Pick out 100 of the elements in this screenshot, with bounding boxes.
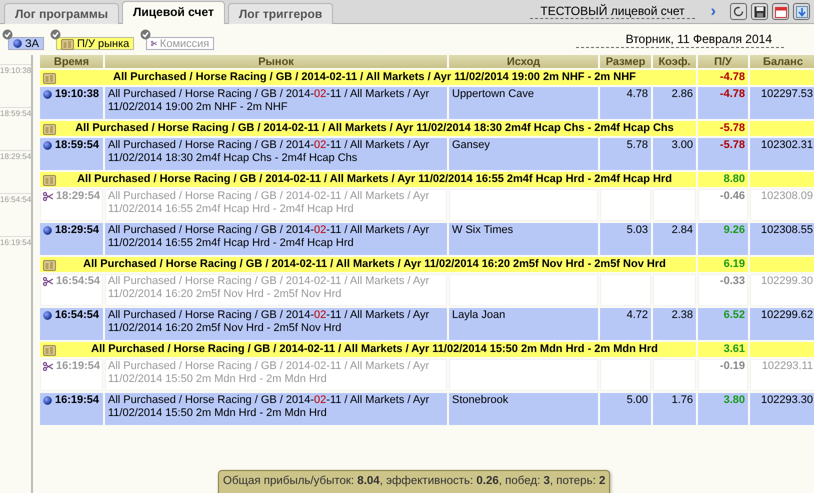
ball-icon: [13, 39, 22, 48]
size-cell: 5.00: [600, 393, 651, 425]
time-cell: 18:29:54: [40, 223, 103, 255]
ball-icon: [43, 226, 52, 235]
column-header[interactable]: Рынок: [105, 55, 447, 68]
market-cell: All Purchased / Horse Racing / GB / 2014-02-11 / All Markets / Ayr 11/02/2014 15:50 2m Mdn Hrd - 2m Mdn Hrd: [105, 393, 447, 425]
ball-icon: [43, 90, 52, 99]
market-group-cell: All Purchased / Horse Racing / GB / 2014-02-11 / All Markets / Ayr 11/02/2014 19:00 2m NHF - 2m NHF: [40, 70, 696, 85]
timeline-time: 16:19:54: [0, 236, 31, 247]
size-cell: 4.78: [600, 87, 651, 119]
account-name[interactable]: ТЕСТОВЫЙ лицевой счет: [530, 4, 695, 19]
market-cell: All Purchased / Horse Racing / GB / 2014-02-11 / All Markets / Ayr 11/02/2014 19:00 2m NHF - 2m NHF: [105, 87, 447, 119]
market-cell: All Purchased / Horse Racing / GB / 2014-02-11 / All Markets / Ayr 11/02/2014 18:30 2m4f Hcap Chs - 2m4f Hcap Chs: [105, 138, 447, 170]
profit-loss-cell: 9.26: [698, 223, 748, 255]
down-arrow-icon: [796, 6, 808, 18]
balance-cell: [750, 257, 814, 272]
selection-cell: Gansey: [449, 138, 598, 170]
selection-cell: W Six Times: [449, 223, 598, 255]
selection-cell: Uppertown Cave: [449, 87, 598, 119]
tab[interactable]: Лог триггеров: [228, 3, 334, 24]
profit-loss-cell: 8.80: [698, 172, 748, 187]
timeline-time: 18:29:54: [0, 150, 31, 161]
check-icon[interactable]: [50, 29, 61, 40]
balance-cell: 102293.30: [750, 393, 814, 425]
time-cell: 18:59:54: [40, 138, 103, 170]
balance-cell: 102293.11: [750, 359, 814, 391]
scissors-icon: [43, 277, 53, 286]
ball-icon: [43, 311, 52, 320]
market-cell: All Purchased / Horse Racing / GB / 2014-02-11 / All Markets / Ayr 11/02/2014 16:55 2m4f Hcap Hrd - 2m4f Hcap Hrd: [105, 189, 447, 221]
scissors-icon: [151, 39, 157, 48]
next-button[interactable]: ›: [710, 4, 716, 18]
column-header[interactable]: Время: [40, 55, 103, 68]
market-cell: All Purchased / Horse Racing / GB / 2014-02-11 / All Markets / Ayr 11/02/2014 16:55 2m4f Hcap Hrd - 2m4f Hcap Hrd: [105, 223, 447, 255]
balance-cell: [750, 172, 814, 187]
odds-cell: 1.76: [653, 393, 696, 425]
market-cell: All Purchased / Horse Racing / GB / 2014-02-11 / All Markets / Ayr 11/02/2014 16:20 2m5f Nov Hrd - 2m5f Nov Hrd: [105, 274, 447, 306]
profit-loss-cell: -5.78: [698, 121, 748, 136]
odds-cell: 2.86: [653, 87, 696, 119]
coins-icon: [43, 122, 56, 134]
column-header[interactable]: П/У: [698, 55, 748, 68]
coins-icon: [43, 344, 56, 356]
column-header[interactable]: Коэф.: [653, 55, 696, 68]
time-cell: 16:19:54: [40, 393, 103, 425]
coins-icon: [43, 72, 56, 84]
tab[interactable]: Лицевой счет: [122, 1, 225, 24]
market-group-cell: All Purchased / Horse Racing / GB / 2014-02-11 / All Markets / Ayr 11/02/2014 16:20 2m5f Nov Hrd - 2m5f Nov Hrd: [40, 257, 696, 272]
coins-icon: [43, 258, 56, 270]
check-icon[interactable]: [2, 29, 13, 40]
floppy-icon: [754, 6, 766, 18]
filter-toggle[interactable]: П/У рынка: [56, 37, 134, 50]
tab[interactable]: Лог программы: [4, 3, 119, 24]
scissors-icon: [43, 192, 53, 201]
balance-cell: [750, 342, 814, 357]
save-button[interactable]: [751, 3, 768, 20]
check-icon[interactable]: [140, 29, 152, 40]
calendar-icon: [774, 6, 786, 18]
ball-icon: [43, 141, 52, 150]
profit-loss-cell: -5.78: [698, 138, 748, 170]
balance-cell: 102299.30: [750, 274, 814, 306]
time-cell: 16:19:54: [40, 359, 103, 391]
size-cell: 5.78: [600, 138, 651, 170]
market-group-cell: All Purchased / Horse Racing / GB / 2014-02-11 / All Markets / Ayr 11/02/2014 16:55 2m4f Hcap Hrd - 2m4f Hcap Hrd: [40, 172, 696, 187]
time-cell: 16:54:54: [40, 274, 103, 306]
profit-loss-cell: -0.19: [698, 359, 748, 391]
coins-icon: [60, 38, 74, 50]
download-button[interactable]: [793, 3, 810, 20]
balance-cell: [750, 121, 814, 136]
profit-loss-cell: -4.78: [698, 87, 748, 119]
timeline-time: 16:54:54: [0, 193, 31, 204]
scissors-icon: [43, 362, 53, 371]
coins-icon: [43, 174, 56, 186]
date-label[interactable]: Вторник, 11 Февраля 2014: [576, 32, 784, 48]
odds-cell: 2.84: [653, 223, 696, 255]
filter-toggle[interactable]: Комиссия: [146, 37, 214, 50]
profit-loss-cell: -0.33: [698, 274, 748, 306]
market-group-cell: All Purchased / Horse Racing / GB / 2014-02-11 / All Markets / Ayr 11/02/2014 18:30 2m4f Hcap Chs - 2m4f Hcap Chs: [40, 121, 696, 136]
balance-cell: 102308.09: [750, 189, 814, 221]
refresh-button[interactable]: [730, 3, 747, 20]
summary-tooltip: Общая прибыль/убыток: 8.04, эффективность: 0.26, побед: 3, потерь: 2: [218, 470, 610, 493]
balance-cell: 102308.55: [750, 223, 814, 255]
column-header[interactable]: Размер: [600, 55, 651, 68]
balance-cell: 102297.53: [750, 87, 814, 119]
market-cell: All Purchased / Horse Racing / GB / 2014-02-11 / All Markets / Ayr 11/02/2014 15:50 2m Mdn Hrd - 2m Mdn Hrd: [105, 359, 447, 391]
profit-loss-cell: -4.78: [698, 70, 748, 85]
odds-cell: 2.38: [653, 308, 696, 340]
market-group-cell: All Purchased / Horse Racing / GB / 2014-02-11 / All Markets / Ayr 11/02/2014 15:50 2m Mdn Hrd - 2m Mdn Hrd: [40, 342, 696, 357]
selection-cell: Layla Joan: [449, 308, 598, 340]
profit-loss-cell: 3.61: [698, 342, 748, 357]
size-cell: 5.03: [600, 223, 651, 255]
column-header[interactable]: Баланс: [750, 55, 814, 68]
selection-cell: Stonebrook: [449, 393, 598, 425]
timeline-time: 19:10:38: [0, 64, 31, 75]
filter-toggle[interactable]: ЗА: [8, 37, 44, 50]
time-cell: 19:10:38: [40, 87, 103, 119]
market-cell: All Purchased / Horse Racing / GB / 2014-02-11 / All Markets / Ayr 11/02/2014 16:20 2m5f Nov Hrd - 2m5f Nov Hrd: [105, 308, 447, 340]
timeline-time: 18:59:54: [0, 107, 31, 118]
calendar-button[interactable]: [772, 3, 789, 20]
column-header[interactable]: Исход: [449, 55, 598, 68]
time-cell: 18:29:54: [40, 189, 103, 221]
balance-cell: 102302.31: [750, 138, 814, 170]
